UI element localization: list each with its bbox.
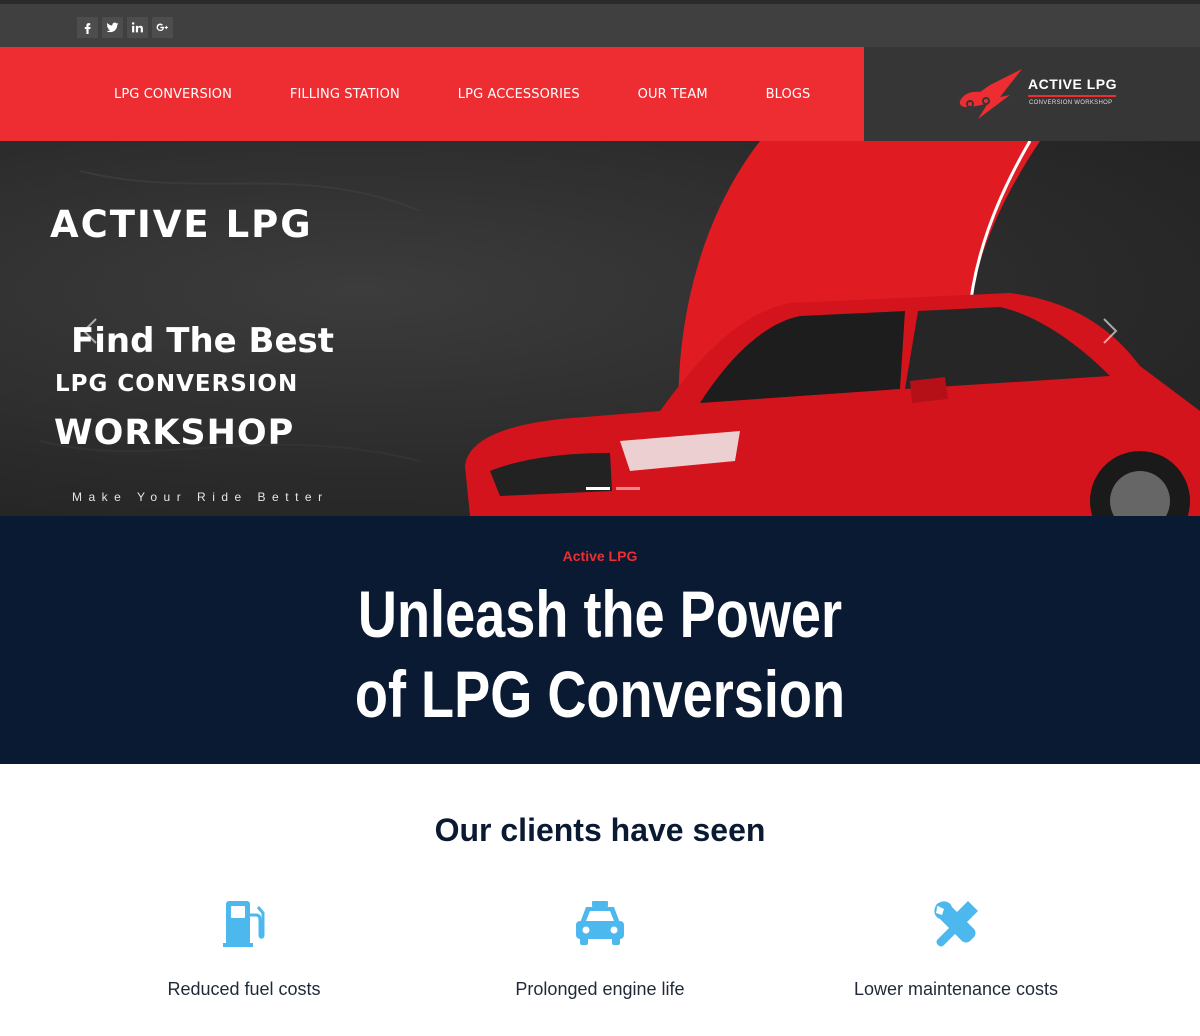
benefit-label: Lower maintenance costs bbox=[853, 979, 1059, 999]
benefit-item: Reduced fuel costs bbox=[94, 895, 394, 1000]
google-plus-icon[interactable] bbox=[152, 17, 173, 38]
twitter-icon[interactable] bbox=[102, 17, 123, 38]
fuel-pump-icon bbox=[223, 901, 265, 947]
hero-headline: Find The Best bbox=[71, 321, 335, 361]
slider-dots bbox=[586, 487, 640, 490]
nav-item-filling-station[interactable]: FILLING STATION bbox=[290, 87, 400, 102]
benefit-label: Prolonged engine life bbox=[515, 979, 685, 999]
intro-banner: Active LPG Unleash the Power of LPG Conv… bbox=[0, 516, 1200, 764]
benefits-title: Our clients have seen bbox=[434, 812, 766, 848]
benefit-item: Lower maintenance costs bbox=[806, 895, 1106, 1000]
brand-logo-block[interactable]: ACTIVE LPG CONVERSION WORKSHOP bbox=[864, 47, 1200, 141]
car-icon bbox=[576, 901, 624, 945]
benefit-item: Prolonged engine life bbox=[450, 895, 750, 1000]
slider-dot[interactable] bbox=[586, 487, 610, 490]
benefit-label: Reduced fuel costs bbox=[167, 979, 321, 999]
car-logo-icon bbox=[959, 69, 1022, 119]
top-social-bar bbox=[0, 0, 1200, 47]
banner-title-line1: Unleash the Power bbox=[357, 577, 843, 651]
brand-subtitle: CONVERSION WORKSHOP bbox=[1029, 100, 1113, 106]
brand-divider bbox=[1028, 95, 1116, 97]
banner-title: Unleash the Power of LPG Conversion bbox=[108, 574, 1092, 734]
hero-title: ACTIVE LPG bbox=[50, 203, 313, 246]
nav-list: LPG CONVERSION FILLING STATION LPG ACCES… bbox=[114, 47, 868, 141]
slider-prev-arrow[interactable] bbox=[80, 316, 100, 346]
tools-icon bbox=[934, 901, 978, 947]
banner-title-line2: of LPG Conversion bbox=[354, 657, 846, 731]
nav-item-lpg-accessories[interactable]: LPG ACCESSORIES bbox=[458, 87, 580, 102]
hero-subheadline: LPG CONVERSION bbox=[55, 371, 299, 397]
linkedin-icon[interactable] bbox=[127, 17, 148, 38]
brand-name: ACTIVE LPG bbox=[1028, 76, 1118, 92]
slider-dot[interactable] bbox=[616, 487, 640, 490]
banner-kicker: Active LPG bbox=[562, 548, 638, 564]
nav-item-lpg-conversion[interactable]: LPG CONVERSION bbox=[114, 87, 232, 102]
main-nav: LPG CONVERSION FILLING STATION LPG ACCES… bbox=[0, 47, 864, 141]
hero-workshop: WORKSHOP bbox=[54, 413, 295, 453]
hero-tagline: Make Your Ride Better bbox=[72, 490, 329, 504]
facebook-icon[interactable] bbox=[77, 17, 98, 38]
nav-item-blogs[interactable]: BLOGS bbox=[766, 87, 811, 102]
hero-slider: ACTIVE LPG Find The Best LPG CONVERSION … bbox=[0, 141, 1200, 516]
social-links bbox=[77, 17, 173, 38]
nav-item-our-team[interactable]: OUR TEAM bbox=[638, 87, 708, 102]
slider-next-arrow[interactable] bbox=[1100, 316, 1120, 346]
